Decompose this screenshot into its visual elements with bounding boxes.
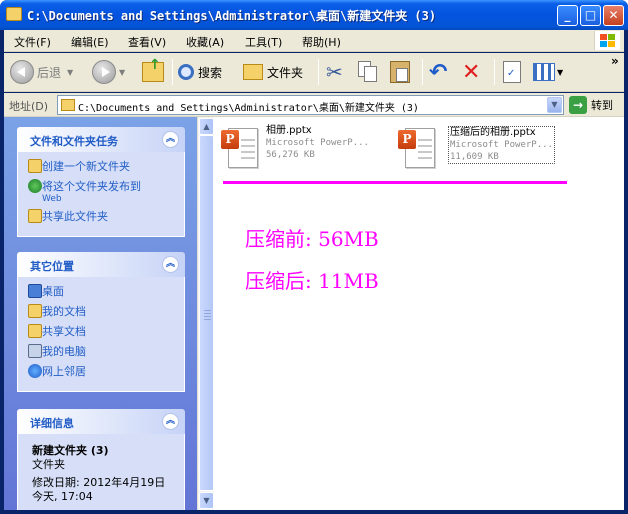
task-new-folder[interactable]: 创建一个新文件夹 (18, 158, 184, 178)
minimize-button[interactable]: _ (557, 5, 578, 26)
scroll-down-button[interactable]: ▼ (199, 492, 214, 509)
folders-button[interactable]: 文件夹 (243, 57, 303, 87)
go-arrow-icon: → (569, 96, 587, 114)
menu-view[interactable]: 查看(V) (128, 34, 166, 50)
back-button[interactable]: 后退 ▼ (10, 57, 73, 87)
views-button[interactable]: ▼ (533, 57, 563, 87)
file-tasks-header[interactable]: 文件和文件夹任务 ︽ (17, 127, 185, 152)
undo-icon: ↶ (429, 59, 448, 85)
explorer-window: C:\Documents and Settings\Administrator\… (0, 0, 628, 514)
address-input[interactable]: C:\Documents and Settings\Administrator\… (57, 95, 564, 115)
my-documents-icon (28, 304, 42, 318)
copy-button[interactable] (358, 57, 378, 87)
views-icon (533, 63, 555, 81)
menu-help[interactable]: 帮助(H) (302, 34, 341, 50)
details-modified-date: 修改日期: 2012年4月19日 (32, 476, 166, 489)
maximize-button[interactable]: □ (580, 5, 601, 26)
collapse-chevron-icon[interactable]: ︽ (162, 256, 179, 273)
toolbar-overflow-chevron[interactable]: » (611, 54, 619, 68)
network-icon (28, 364, 42, 378)
file-tasks-panel: 文件和文件夹任务 ︽ 创建一个新文件夹 将这个文件夹发布到 Web 共享此文件夹 (17, 127, 185, 237)
file-item[interactable]: P 相册.pptx Microsoft PowerP... 56,276 KB (220, 125, 390, 175)
task-pane-scrollbar[interactable]: ▲ ▼ (197, 117, 214, 510)
menu-favorites[interactable]: 收藏(A) (186, 34, 224, 50)
window-title: C:\Documents and Settings\Administrator\… (27, 9, 437, 23)
powerpoint-file-icon: P (397, 125, 437, 171)
annotation-divider-line (223, 181, 567, 184)
address-bar: 地址(D) C:\Documents and Settings\Administ… (4, 93, 624, 117)
folder-icon (243, 64, 263, 80)
annotation-after-size: 压缩后: 11MB (245, 269, 379, 293)
globe-icon (28, 179, 42, 193)
details-header[interactable]: 详细信息 ︽ (17, 409, 185, 434)
copy-icon (358, 61, 378, 83)
delete-x-icon: ✕ (462, 59, 481, 85)
place-desktop[interactable]: 桌面 (18, 283, 184, 303)
folder-icon (6, 7, 22, 21)
back-arrow-icon (10, 60, 34, 84)
properties-button[interactable]: ✓ (503, 57, 521, 87)
scroll-up-button[interactable]: ▲ (199, 118, 214, 135)
up-folder-button[interactable]: ↑ (142, 57, 164, 87)
file-item[interactable]: P 压缩后的相册.pptx Microsoft PowerP... 11,609… (397, 125, 587, 175)
task-share-folder[interactable]: 共享此文件夹 (18, 208, 184, 228)
delete-button[interactable]: ✕ (462, 57, 480, 87)
address-label: 地址(D) (9, 100, 49, 113)
task-publish-web[interactable]: 将这个文件夹发布到 Web (18, 178, 184, 208)
address-value: C:\Documents and Settings\Administrator\… (78, 103, 419, 114)
scissors-icon: ✂ (326, 60, 343, 84)
scroll-thumb[interactable] (199, 135, 214, 491)
forward-button[interactable]: ▼ (92, 57, 125, 87)
task-pane: 文件和文件夹任务 ︽ 创建一个新文件夹 将这个文件夹发布到 Web 共享此文件夹 (4, 117, 197, 514)
windows-logo-icon (594, 31, 620, 50)
menu-tools[interactable]: 工具(T) (245, 34, 282, 50)
share-folder-icon (28, 209, 42, 223)
folder-icon (61, 99, 75, 111)
shared-documents-icon (28, 324, 42, 338)
place-my-documents[interactable]: 我的文档 (18, 303, 184, 323)
close-button[interactable]: ✕ (603, 5, 624, 26)
collapse-chevron-icon[interactable]: ︽ (162, 131, 179, 148)
collapse-chevron-icon[interactable]: ︽ (162, 413, 179, 430)
file-list-area[interactable]: P 相册.pptx Microsoft PowerP... 56,276 KB … (214, 117, 624, 510)
toolbar: 后退 ▼ ▼ ↑ 搜索 文件夹 ✂ ↶ ✕ ✓ ▼ » (4, 53, 624, 92)
details-folder-type: 文件夹 (32, 458, 65, 471)
place-network[interactable]: 网上邻居 (18, 363, 184, 383)
properties-icon: ✓ (503, 61, 521, 83)
menu-file[interactable]: 文件(F) (14, 34, 51, 50)
place-my-computer[interactable]: 我的电脑 (18, 343, 184, 363)
title-bar[interactable]: C:\Documents and Settings\Administrator\… (0, 0, 628, 30)
paste-icon (390, 61, 410, 83)
place-shared-documents[interactable]: 共享文档 (18, 323, 184, 343)
menu-bar: 文件(F) 编辑(E) 查看(V) 收藏(A) 工具(T) 帮助(H) (4, 30, 624, 52)
paste-button[interactable] (390, 57, 410, 87)
other-places-header[interactable]: 其它位置 ︽ (17, 252, 185, 277)
powerpoint-file-icon: P (220, 125, 260, 171)
details-modified-time: 今天, 17:04 (32, 490, 93, 503)
menu-edit[interactable]: 编辑(E) (71, 34, 109, 50)
up-folder-icon: ↑ (142, 57, 164, 82)
search-button[interactable]: 搜索 (178, 57, 222, 87)
undo-button[interactable]: ↶ (429, 57, 447, 87)
details-panel: 详细信息 ︽ 新建文件夹 (3) 文件夹 修改日期: 2012年4月19日 今天… (17, 409, 185, 514)
other-places-panel: 其它位置 ︽ 桌面 我的文档 共享文档 我的电脑 网上邻居 (17, 252, 185, 392)
my-computer-icon (28, 344, 42, 358)
search-icon (178, 64, 194, 80)
address-dropdown-button[interactable]: ▼ (547, 97, 562, 113)
new-folder-icon (28, 159, 42, 173)
cut-button[interactable]: ✂ (326, 57, 343, 87)
go-button[interactable]: → 转到 (569, 95, 613, 115)
desktop-icon (28, 284, 42, 298)
annotation-before-size: 压缩前: 56MB (245, 227, 379, 251)
details-folder-name: 新建文件夹 (3) (32, 444, 109, 457)
forward-arrow-icon (92, 60, 116, 84)
